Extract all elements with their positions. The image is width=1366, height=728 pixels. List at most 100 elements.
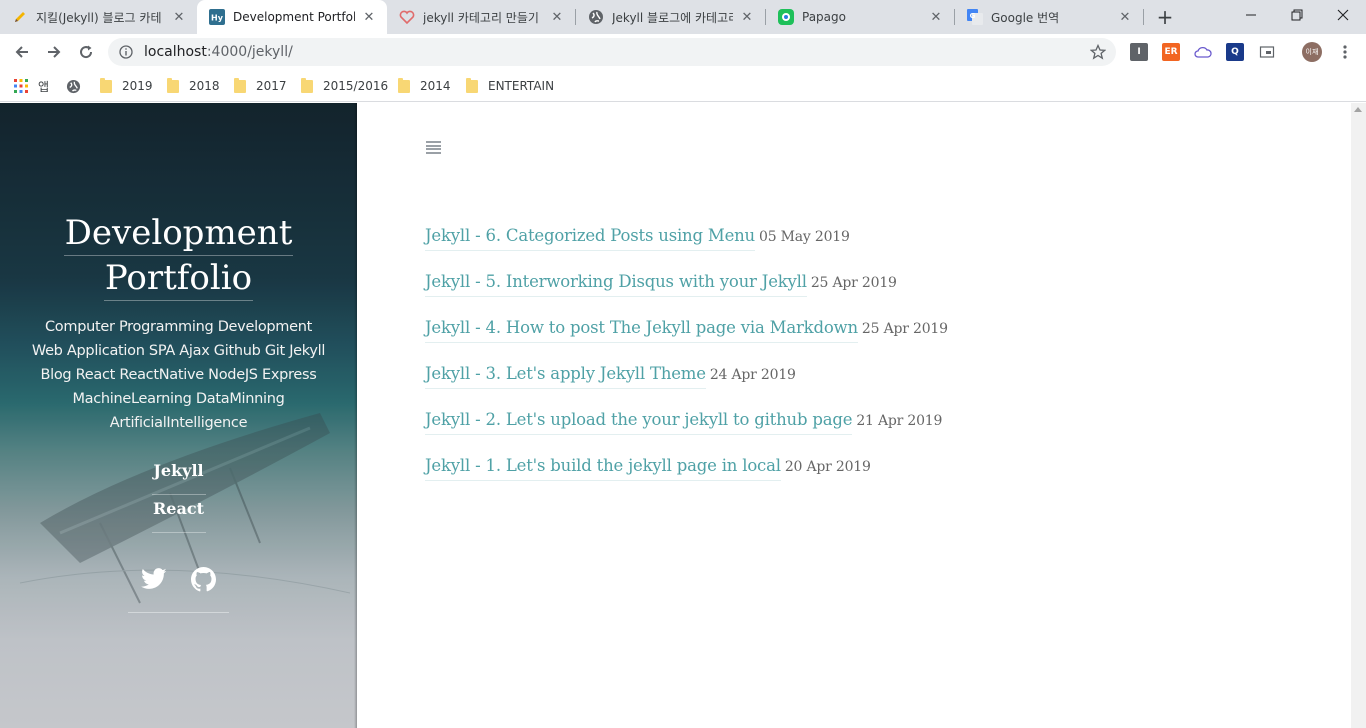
site-info-icon[interactable]: [118, 44, 134, 60]
social-links: [128, 563, 229, 613]
apps-grid-icon: [14, 79, 28, 93]
bookmark-star-icon[interactable]: [1089, 43, 1107, 60]
extension-cast-icon[interactable]: [1258, 43, 1276, 61]
tab-title: 지킬(Jekyll) 블로그 카테: [36, 10, 162, 25]
post-link[interactable]: Jekyll - 1. Let's build the jekyll page …: [425, 456, 781, 481]
minimize-icon: [1246, 14, 1256, 16]
tab-papago[interactable]: Papago ✕: [766, 0, 954, 34]
post-link[interactable]: Jekyll - 6. Categorized Posts using Menu: [425, 226, 755, 251]
svg-text:G: G: [970, 12, 976, 20]
site-title[interactable]: Development Portfolio: [0, 211, 357, 301]
hy-icon: Hy: [209, 9, 225, 25]
tab-google-translate[interactable]: G Google 번역 ✕: [955, 0, 1143, 34]
bookmark-label: 2019: [122, 79, 153, 93]
tab-strip: 지킬(Jekyll) 블로그 카테 ✕ Hy Development Portf…: [0, 0, 1366, 34]
close-icon[interactable]: ✕: [739, 9, 755, 25]
tab-jekyll-category-make[interactable]: jekyll 카테고리 만들기 ✕: [387, 0, 575, 34]
post-item: Jekyll - 3. Let's apply Jekyll Theme 24 A…: [425, 364, 796, 390]
site-title-line1: Development: [63, 211, 294, 256]
github-icon[interactable]: [190, 565, 218, 593]
tab-divider: [1143, 9, 1144, 25]
scroll-up-arrow-icon[interactable]: [1354, 107, 1362, 112]
post-link[interactable]: Jekyll - 4. How to post The Jekyll page …: [425, 318, 858, 343]
extension-orange-icon[interactable]: ER: [1162, 43, 1180, 61]
close-icon[interactable]: ✕: [171, 9, 187, 25]
pencil-icon: [12, 9, 28, 25]
sidebar: Development Portfolio Computer Programmi…: [0, 103, 357, 728]
extension-instapaper-icon[interactable]: I: [1130, 43, 1148, 61]
post-link[interactable]: Jekyll - 5. Interworking Disqus with you…: [425, 272, 807, 297]
restore-icon: [1291, 9, 1303, 21]
close-icon[interactable]: ✕: [549, 9, 565, 25]
folder-icon: [301, 77, 313, 93]
forward-button[interactable]: [40, 38, 68, 66]
bookmark-label: 2014: [420, 79, 451, 93]
tab-jekyll-blog-category[interactable]: 지킬(Jekyll) 블로그 카테 ✕: [0, 0, 197, 34]
globe-icon: [66, 79, 81, 93]
close-icon[interactable]: ✕: [361, 9, 377, 25]
back-button[interactable]: [8, 38, 36, 66]
post-date: 25 Apr 2019: [861, 321, 948, 337]
sidebar-nav-jekyll[interactable]: Jekyll: [151, 457, 206, 495]
post-date: 21 Apr 2019: [856, 413, 943, 429]
tab-jekyll-blog-categories[interactable]: Jekyll 블로그에 카테고리 ✕: [576, 0, 765, 34]
bookmark-apps[interactable]: 앱: [14, 76, 49, 96]
tab-title: Google 번역: [991, 10, 1060, 25]
post-link[interactable]: Jekyll - 3. Let's apply Jekyll Theme: [425, 364, 706, 389]
menu-kebab-icon[interactable]: [1336, 43, 1354, 61]
post-item: Jekyll - 2. Let's upload the your jekyll…: [425, 410, 942, 436]
back-arrow-icon: [15, 46, 28, 58]
bookmark-folder-2015-2016[interactable]: 2015/2016: [301, 76, 388, 96]
post-date: 25 Apr 2019: [810, 275, 897, 291]
sidebar-nav: Jekyll React: [0, 457, 357, 533]
profile-avatar[interactable]: 이재: [1302, 42, 1322, 62]
browser-toolbar: localhost:4000/jekyll/ I ER Q 이재: [0, 34, 1366, 70]
close-icon[interactable]: ✕: [928, 9, 944, 25]
page-scrollbar[interactable]: [1351, 103, 1366, 728]
post-item: Jekyll - 1. Let's build the jekyll page …: [425, 456, 871, 482]
address-url: localhost:4000/jekyll/: [144, 44, 293, 60]
forward-arrow-icon: [48, 46, 61, 58]
bookmarks-bar: 앱 2019 2018 2017 2015/2016 2014 ENTERTAI…: [0, 70, 1366, 102]
post-link[interactable]: Jekyll - 2. Let's upload the your jekyll…: [425, 410, 853, 435]
window-close-button[interactable]: [1320, 0, 1366, 30]
url-host: localhost: [144, 44, 207, 60]
bookmark-folder-2018[interactable]: 2018: [167, 76, 220, 96]
post-item: Jekyll - 5. Interworking Disqus with you…: [425, 272, 897, 298]
extension-cloud-icon[interactable]: [1194, 43, 1212, 61]
folder-icon: [234, 77, 246, 93]
new-tab-button[interactable]: +: [1152, 4, 1178, 30]
profile-initials: 이재: [1305, 48, 1319, 56]
folder-icon: [167, 77, 179, 93]
bookmark-folder-entertain[interactable]: ENTERTAIN: [466, 76, 554, 96]
folder-icon: [100, 77, 112, 93]
bookmark-globe[interactable]: [66, 76, 81, 96]
bookmark-folder-2017[interactable]: 2017: [234, 76, 287, 96]
tab-development-portfolio[interactable]: Hy Development Portfolio ✕: [197, 0, 387, 34]
close-icon[interactable]: ✕: [1117, 9, 1133, 25]
minimize-button[interactable]: [1228, 0, 1274, 30]
address-bar[interactable]: localhost:4000/jekyll/: [108, 38, 1116, 66]
reload-icon: [80, 45, 93, 59]
url-path: :4000/jekyll/: [206, 44, 293, 60]
svg-text:Hy: Hy: [211, 14, 224, 23]
bookmark-apps-label: 앱: [38, 79, 50, 94]
tab-title: Jekyll 블로그에 카테고리: [612, 10, 733, 25]
extension-q-icon[interactable]: Q: [1226, 43, 1244, 61]
restore-button[interactable]: [1274, 0, 1320, 30]
reload-button[interactable]: [72, 38, 100, 66]
bookmark-folder-2014[interactable]: 2014: [398, 76, 451, 96]
tab-title: Development Portfolio: [233, 10, 355, 24]
bookmark-label: 2018: [189, 79, 220, 93]
sidebar-nav-react[interactable]: React: [151, 495, 206, 533]
globe-icon: [588, 9, 604, 25]
bookmark-label: ENTERTAIN: [488, 79, 555, 93]
twitter-icon[interactable]: [140, 565, 168, 593]
post-item: Jekyll - 6. Categorized Posts using Menu…: [425, 226, 850, 252]
post-date: 20 Apr 2019: [784, 459, 871, 475]
site-description: Computer Programming Development Web App…: [31, 319, 326, 431]
main-content: Jekyll - 6. Categorized Posts using Menu…: [357, 103, 1351, 728]
post-item: Jekyll - 4. How to post The Jekyll page …: [425, 318, 948, 344]
bookmark-folder-2019[interactable]: 2019: [100, 76, 153, 96]
menu-toggle-icon[interactable]: [426, 141, 441, 154]
